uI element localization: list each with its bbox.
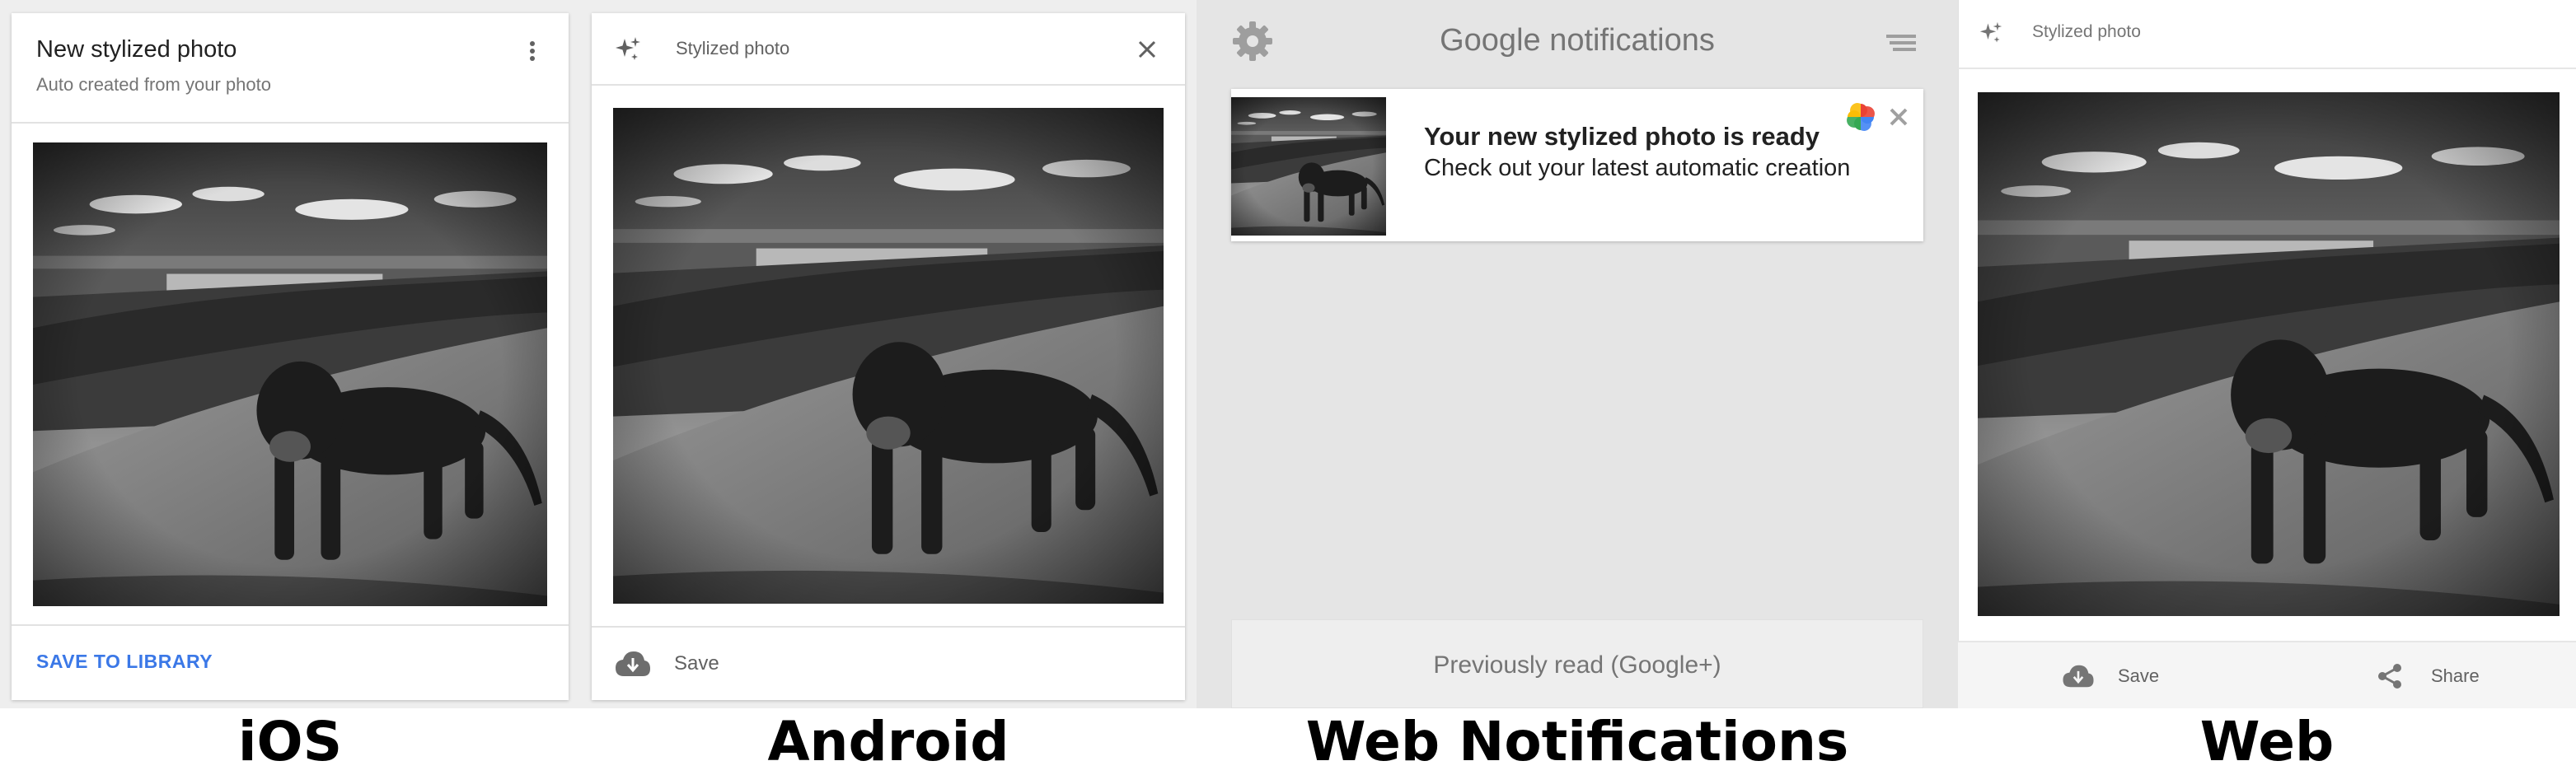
menu-lines-icon[interactable] [1880, 25, 1922, 61]
notification-card[interactable]: Your new stylized photo is ready Check o… [1231, 89, 1923, 241]
save-label: Save [674, 652, 719, 675]
notifications-title: Google notifications [1440, 23, 1715, 58]
google-photos-pinwheel-icon [1843, 99, 1879, 135]
stylized-photo[interactable] [613, 108, 1164, 604]
stylized-photo[interactable] [33, 142, 547, 606]
card-subtitle: Auto created from your photo [36, 74, 271, 95]
notification-body: Check out your latest automatic creation [1424, 155, 1851, 181]
save-button[interactable]: Save [613, 642, 778, 685]
ios-card: New stylized photo Auto created from you… [12, 13, 569, 700]
save-label: Save [2118, 665, 2160, 686]
platform-label-ios: iOS [237, 710, 343, 773]
android-card: Stylized photo Save [592, 13, 1185, 700]
save-button[interactable]: Save [2060, 657, 2192, 695]
previously-read-button[interactable]: Previously read (Google+) [1231, 619, 1923, 708]
stylized-photo[interactable] [1978, 92, 2560, 616]
divider [1958, 68, 2576, 69]
card-title: New stylized photo [36, 36, 237, 63]
divider [592, 84, 1185, 86]
notification-title: Your new stylized photo is ready [1424, 122, 1820, 151]
share-icon [2373, 661, 2406, 692]
divider [12, 122, 569, 124]
more-vert-icon[interactable] [516, 35, 549, 68]
divider [592, 626, 1185, 628]
platform-label-android: Android [767, 710, 1009, 773]
save-to-library-button[interactable]: SAVE TO LIBRARY [36, 651, 213, 673]
header-label: Stylized photo [2032, 22, 2141, 41]
sparkle-icon [611, 33, 644, 66]
previously-read-label: Previously read (Google+) [1433, 651, 1721, 679]
share-label: Share [2431, 665, 2480, 686]
platform-label-web: Web [2199, 710, 2335, 773]
header-label: Stylized photo [676, 38, 790, 58]
cloud-download-icon [2060, 661, 2096, 692]
close-icon[interactable] [1882, 100, 1915, 133]
cloud-download-icon [613, 646, 653, 682]
platform-label-web-notifications: Web Notifications [1305, 710, 1849, 773]
web-action-bar: Save Share [1958, 641, 2576, 708]
share-button[interactable]: Share [2373, 657, 2505, 695]
divider [12, 624, 569, 626]
notification-thumbnail [1231, 97, 1386, 236]
sparkle-icon [1974, 16, 2007, 49]
close-icon[interactable] [1131, 33, 1164, 66]
